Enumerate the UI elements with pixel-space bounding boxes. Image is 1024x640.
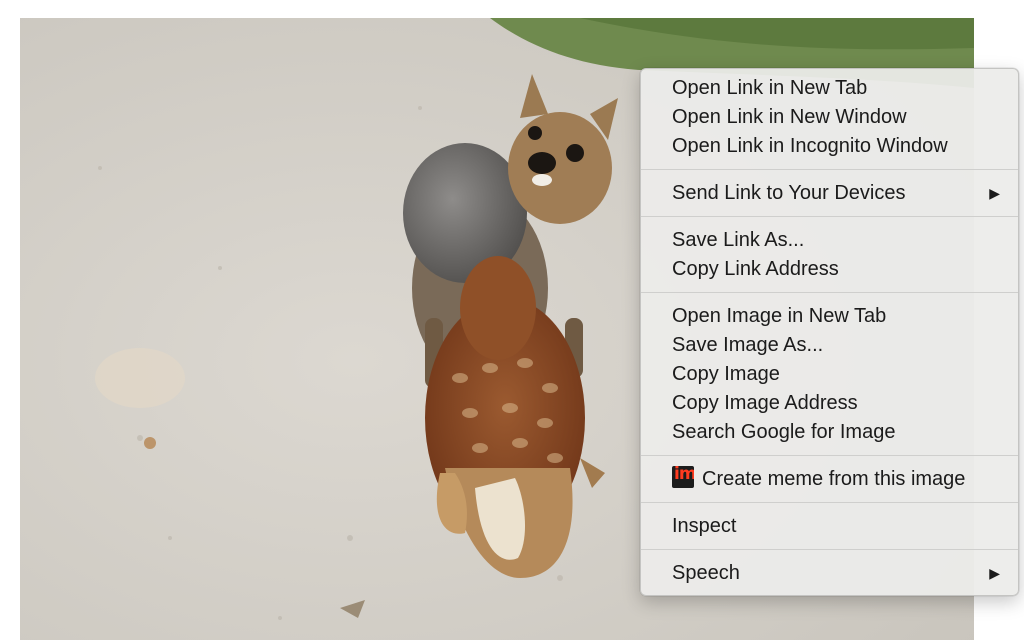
menu-separator [641, 292, 1018, 293]
menu-item-copy-link-address[interactable]: Copy Link Address [641, 255, 1018, 284]
menu-item-save-image-as[interactable]: Save Image As... [641, 331, 1018, 360]
menu-item-speech[interactable]: Speech ▶ [641, 559, 1018, 588]
menu-item-inspect[interactable]: Inspect [641, 512, 1018, 541]
menu-item-label: Copy Image [672, 363, 780, 385]
menu-separator [641, 455, 1018, 456]
menu-item-label: Send Link to Your Devices [672, 182, 906, 204]
menu-separator [641, 502, 1018, 503]
menu-item-create-meme[interactable]: im Create meme from this image [641, 465, 1018, 494]
menu-item-send-link-to-devices[interactable]: Send Link to Your Devices ▶ [641, 179, 1018, 208]
menu-item-open-link-incognito[interactable]: Open Link in Incognito Window [641, 132, 1018, 161]
submenu-arrow-icon: ▶ [989, 185, 1000, 201]
submenu-arrow-icon: ▶ [989, 565, 1000, 581]
menu-item-label: Open Link in New Tab [672, 77, 868, 99]
menu-item-label: Speech [672, 562, 740, 584]
imgflip-meme-icon: im [672, 466, 694, 488]
menu-item-label: Inspect [672, 515, 737, 537]
menu-item-label: Create meme from this image [702, 468, 966, 490]
menu-item-label: Search Google for Image [672, 421, 896, 443]
menu-separator [641, 169, 1018, 170]
menu-item-copy-image[interactable]: Copy Image [641, 360, 1018, 389]
browser-page: Open Link in New Tab Open Link in New Wi… [0, 0, 1024, 640]
menu-separator [641, 216, 1018, 217]
menu-item-label: Open Image in New Tab [672, 305, 887, 327]
menu-item-label: Copy Link Address [672, 258, 839, 280]
menu-item-copy-image-address[interactable]: Copy Image Address [641, 389, 1018, 418]
context-menu: Open Link in New Tab Open Link in New Wi… [640, 68, 1019, 596]
menu-item-open-link-new-window[interactable]: Open Link in New Window [641, 103, 1018, 132]
menu-item-open-image-new-tab[interactable]: Open Image in New Tab [641, 302, 1018, 331]
menu-item-label: Copy Image Address [672, 392, 858, 414]
menu-item-label: Open Link in New Window [672, 106, 907, 128]
menu-item-label: Open Link in Incognito Window [672, 135, 948, 157]
menu-item-search-google-for-image[interactable]: Search Google for Image [641, 418, 1018, 447]
menu-item-open-link-new-tab[interactable]: Open Link in New Tab [641, 74, 1018, 103]
menu-separator [641, 549, 1018, 550]
menu-item-save-link-as[interactable]: Save Link As... [641, 226, 1018, 255]
menu-item-label: Save Image As... [672, 334, 824, 356]
menu-item-label: Save Link As... [672, 229, 805, 251]
